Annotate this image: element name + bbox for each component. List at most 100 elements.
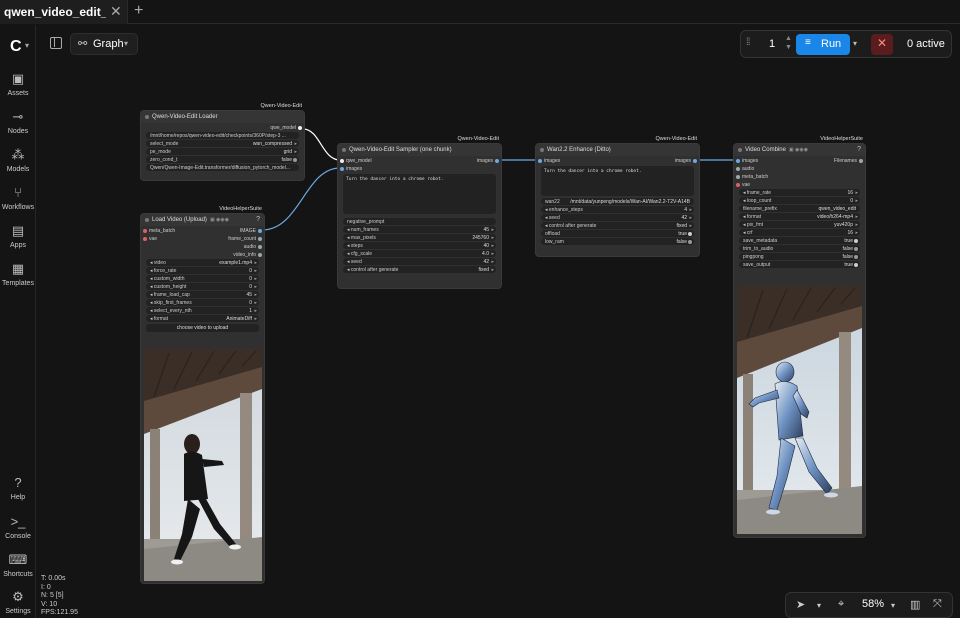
crf-widget[interactable]: ◂ crf 16 ▸ <box>739 229 860 236</box>
output-slot[interactable]: qwe_model <box>141 123 304 131</box>
arrow-right-icon[interactable]: ▸ <box>491 259 494 265</box>
filename-prefix-widget[interactable]: filename_prefix qwen_video_edit <box>739 205 860 212</box>
arrow-right-icon[interactable]: ▸ <box>689 215 692 221</box>
slot-row[interactable]: meta_batch <box>734 172 865 180</box>
arrow-right-icon[interactable]: ▸ <box>855 222 858 228</box>
comfy-logo-icon[interactable]: C <box>10 38 22 56</box>
node-collapse-icon[interactable] <box>540 148 544 152</box>
select-every-nth-widget[interactable]: ◂ select_every_nth 1 ▸ <box>146 307 259 314</box>
sidebar-item-models[interactable]: ⁂ Models <box>0 147 36 173</box>
offload-toggle[interactable]: offload true <box>541 230 694 237</box>
save-metadata-toggle[interactable]: save_metadata true <box>739 237 860 244</box>
arrow-right-icon[interactable]: ▸ <box>254 260 257 266</box>
arrow-right-icon[interactable]: ▸ <box>689 223 692 229</box>
fit-view-icon[interactable]: ⌖ <box>838 598 844 611</box>
prompt-textarea[interactable]: Turn the dancer into a chrome robot. <box>541 166 694 196</box>
sidebar-item-nodes[interactable]: ⊸ Nodes <box>0 109 36 135</box>
output-dot[interactable] <box>495 158 499 163</box>
input-dot[interactable] <box>736 158 740 163</box>
frame-rate-widget[interactable]: ◂ frame_rate 16 ▸ <box>739 189 860 196</box>
sidebar-item-templates[interactable]: ▦ Templates <box>0 261 36 287</box>
sidebar-item-workflows[interactable]: ⑂ Workflows <box>0 185 36 211</box>
sidebar-item-help[interactable]: ? Help <box>0 475 36 501</box>
arrow-right-icon[interactable]: ▸ <box>491 251 494 257</box>
enhance-node[interactable]: Wan2.2 Enhance (Ditto) images images Tur… <box>535 143 700 257</box>
video-widget[interactable]: ◂ video example1.mp4 ▸ <box>146 259 259 266</box>
slot-row[interactable]: vae <box>734 180 865 188</box>
format-widget[interactable]: ◂ format AnimateDiff ▸ <box>146 315 259 322</box>
arrow-right-icon[interactable]: ▸ <box>491 267 494 273</box>
node-collapse-icon[interactable] <box>738 148 742 152</box>
chevron-down-icon[interactable]: ▾ <box>25 41 29 50</box>
arrow-right-icon[interactable]: ▸ <box>689 207 692 213</box>
low-ram-toggle[interactable]: low_ram false <box>541 238 694 245</box>
output-dot[interactable] <box>258 252 262 257</box>
add-tab-icon[interactable]: + <box>134 2 143 20</box>
custom-height-widget[interactable]: ◂ custom_height 0 ▸ <box>146 283 259 290</box>
arrow-right-icon[interactable]: ▸ <box>294 149 297 155</box>
close-icon[interactable]: ✕ <box>110 3 122 20</box>
arrow-right-icon[interactable]: ▸ <box>491 243 494 249</box>
custom-width-widget[interactable]: ◂ custom_width 0 ▸ <box>146 275 259 282</box>
max-pixels-widget[interactable]: ◂ max_pixels 245760 ▸ <box>343 234 496 241</box>
enhance-steps-widget[interactable]: ◂ enhance_steps 4 ▸ <box>541 206 694 213</box>
arrow-right-icon[interactable]: ▸ <box>254 300 257 306</box>
input-dot[interactable] <box>538 158 542 163</box>
output-dot[interactable] <box>258 228 262 233</box>
output-dot[interactable] <box>298 125 302 130</box>
batch-count-input[interactable]: 1 <box>769 38 775 50</box>
chevron-down-icon[interactable]: ▾ <box>817 601 821 610</box>
frame-load-cap-widget[interactable]: ◂ frame_load_cap 45 ▸ <box>146 291 259 298</box>
format-widget[interactable]: ◂ format video/h264-mp4 ▸ <box>739 213 860 220</box>
arrow-right-icon[interactable]: ▸ <box>855 214 858 220</box>
wan22-path-widget[interactable]: wan22/mnt/data/yunpeng/models/Wan-AI/Wan… <box>541 198 694 205</box>
node-header[interactable]: Qwen-Video-Edit Sampler (one chunk) <box>338 144 501 156</box>
input-dot[interactable] <box>736 174 740 179</box>
slot-row[interactable]: audio <box>734 164 865 172</box>
force-rate-widget[interactable]: ◂ force_rate 0 ▸ <box>146 267 259 274</box>
drag-handle-icon[interactable]: ⁞⁞ <box>746 37 750 48</box>
checkpoint-path-widget[interactable]: /mnt/home/repos/qwen-video-edit/checkpoi… <box>146 132 299 139</box>
node-header[interactable]: Video Combine ▣ ◉◉◉ ? <box>734 144 865 156</box>
sidebar-item-console[interactable]: >_ Console <box>0 514 36 540</box>
sidebar-item-shortcuts[interactable]: ⌨ Shortcuts <box>0 552 36 578</box>
arrow-right-icon[interactable]: ▸ <box>254 276 257 282</box>
arrow-right-icon[interactable]: ▸ <box>491 235 494 241</box>
link-visibility-icon[interactable]: ⤧ <box>933 598 942 611</box>
pingpong-toggle[interactable]: pingpong false <box>739 253 860 260</box>
cfg-scale-widget[interactable]: ◂ cfg_scale 4.0 ▸ <box>343 250 496 257</box>
node-header[interactable]: Qwen-Video-Edit Loader <box>141 111 304 123</box>
node-collapse-icon[interactable] <box>342 148 346 152</box>
arrow-right-icon[interactable]: ▸ <box>855 190 858 196</box>
slot-row[interactable]: images images <box>536 156 699 164</box>
arrow-right-icon[interactable]: ▸ <box>855 198 858 204</box>
workflow-tab[interactable]: qwen_video_edit_ch... ✕ <box>0 0 128 24</box>
arrow-right-icon[interactable]: ▸ <box>254 316 257 322</box>
output-dot[interactable] <box>859 158 863 163</box>
queue-active-count[interactable]: 0 active <box>907 38 945 50</box>
upload-video-button[interactable]: choose video to upload <box>146 324 259 332</box>
slot-row[interactable]: meta_batch IMAGE <box>141 226 264 234</box>
prompt-textarea[interactable]: Turn the dancer into a chrome robot. <box>343 174 496 214</box>
sidebar-item-assets[interactable]: ▣ Assets <box>0 71 36 97</box>
arrow-right-icon[interactable]: ▸ <box>254 284 257 290</box>
input-dot[interactable] <box>143 228 147 233</box>
select-tool-icon[interactable]: ➤ <box>796 598 805 611</box>
batch-stepper[interactable]: ▲ ▼ <box>785 34 792 52</box>
slot-row[interactable]: audio <box>141 242 264 250</box>
node-collapse-icon[interactable] <box>145 218 149 222</box>
sidebar-item-settings[interactable]: ⚙ Settings <box>0 589 36 615</box>
negative-prompt-widget[interactable]: negative_prompt <box>343 218 496 225</box>
cancel-button[interactable]: ✕ <box>871 34 893 55</box>
node-header[interactable]: Load Video (Upload) ▣ ◉◉◉ ? <box>141 214 264 226</box>
sidebar-item-apps[interactable]: ▤ Apps <box>0 223 36 249</box>
loop-count-widget[interactable]: ◂ loop_count 0 ▸ <box>739 197 860 204</box>
slot-row[interactable]: qwe_model images <box>338 156 501 164</box>
help-icon[interactable]: ? <box>256 216 260 223</box>
skip-first-frames-widget[interactable]: ◂ skip_first_frames 0 ▸ <box>146 299 259 306</box>
slot-row[interactable]: vae frame_count <box>141 234 264 242</box>
run-button[interactable]: ≡ Run <box>796 34 850 55</box>
control-after-generate-widget[interactable]: ◂ control after generate fixed ▸ <box>541 222 694 229</box>
arrow-right-icon[interactable]: ▸ <box>491 227 494 233</box>
arrow-right-icon[interactable]: ▸ <box>254 308 257 314</box>
